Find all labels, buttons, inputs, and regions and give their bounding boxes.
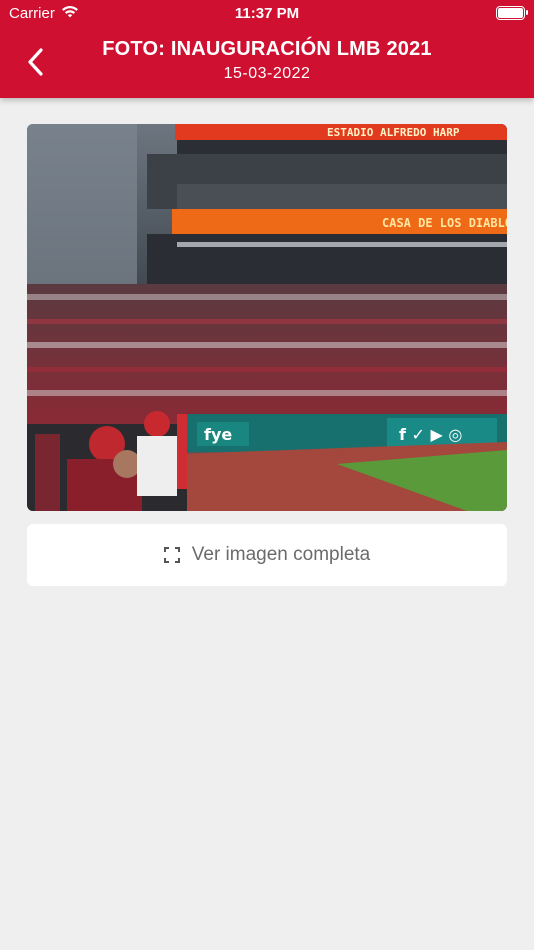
gallery-photo[interactable]: ESTADIO ALFREDO HARP CASA DE LOS DIABLOS…: [27, 124, 507, 511]
banner-mid-text: CASA DE LOS DIABLOS: [382, 216, 507, 230]
page-date: 15-03-2022: [223, 65, 311, 82]
page-title: FOTO: INAUGURACIÓN LMB 2021: [102, 38, 432, 60]
chevron-left-icon: [28, 48, 43, 76]
app-header: Carrier 11:37 PM FOTO: INAUGURACIÓN LMB …: [0, 0, 534, 98]
banner-top-text: ESTADIO ALFREDO HARP: [327, 126, 460, 139]
back-button[interactable]: [18, 42, 54, 82]
battery-icon: [496, 6, 528, 20]
status-bar: Carrier 11:37 PM: [0, 0, 534, 28]
status-time: 11:37 PM: [234, 5, 300, 22]
view-full-image-label: Ver imagen completa: [191, 544, 371, 565]
svg-text:fye: fye: [204, 425, 232, 444]
svg-text:f ✓ ▶ ◎: f ✓ ▶ ◎: [399, 425, 462, 444]
view-full-image-button[interactable]: Ver imagen completa: [27, 524, 507, 586]
expand-icon: [163, 547, 180, 563]
